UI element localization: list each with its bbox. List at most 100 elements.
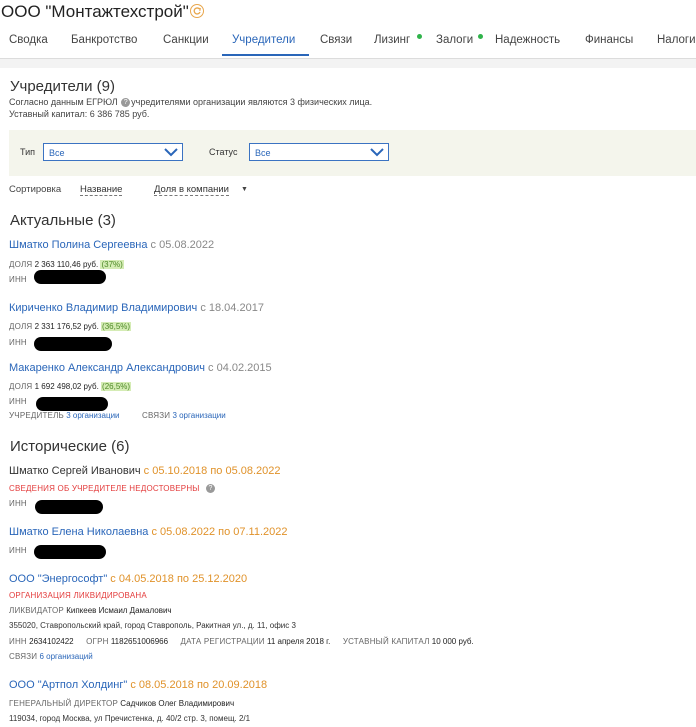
links-row: СВЯЗИ 6 организаций: [9, 652, 93, 661]
founder-since: с 04.02.2015: [208, 362, 272, 374]
tab-reliability[interactable]: Надежность: [495, 34, 560, 46]
founder-since: с 18.04.2017: [200, 302, 264, 314]
tab-leasing[interactable]: Лизинг: [374, 34, 410, 46]
share-value: 2 331 176,52 руб.: [34, 322, 99, 331]
founder-of-link[interactable]: 3 организации: [66, 411, 119, 420]
tab-bankruptcy[interactable]: Банкротство: [71, 34, 137, 46]
sort-by-share[interactable]: Доля в компании: [154, 184, 229, 196]
founder-period: с 05.08.2022 по 07.11.2022: [151, 526, 288, 538]
redaction-mark: [35, 500, 103, 514]
alert-text: СВЕДЕНИЯ ОБ УЧРЕДИТЕЛЕ НЕДОСТОВЕРНЫ: [9, 484, 200, 493]
refresh-icon[interactable]: [190, 4, 204, 18]
status-filter-label: Статус: [209, 147, 238, 157]
type-select-value: Все: [49, 148, 65, 158]
share-row: ДОЛЯ 2 363 110,46 руб. (37%): [9, 260, 124, 269]
share-value: 1 692 498,02 руб.: [34, 382, 99, 391]
reg-date-label: ДАТА РЕГИСТРАЦИИ: [180, 637, 265, 646]
info-icon[interactable]: ?: [121, 98, 131, 108]
capital-value: 10 000 руб.: [431, 637, 474, 646]
founder-since: с 05.08.2022: [150, 239, 215, 251]
founder-link[interactable]: Кириченко Владимир Владимирович: [9, 302, 197, 314]
sort-by-name[interactable]: Название: [80, 184, 123, 196]
founder-links-row: УЧРЕДИТЕЛЬ 3 организации СВЯЗИ 3 организ…: [9, 411, 226, 420]
links-link[interactable]: 3 организации: [172, 411, 225, 420]
active-tab-indicator: [222, 54, 309, 56]
share-percent: (36,5%): [101, 322, 132, 331]
ogrn-label: ОГРН: [86, 637, 109, 646]
founder-link[interactable]: Шматко Елена Николаевна: [9, 526, 148, 538]
role-label: ГЕНЕРАЛЬНЫЙ ДИРЕКТОР: [9, 699, 119, 708]
requisites-row: ИНН 2634102422 ОГРН 1182651006966 ДАТА Р…: [9, 637, 474, 646]
address: 119034, город Москва, ул Пречистенка, д.…: [9, 714, 251, 723]
links-link[interactable]: 6 организаций: [39, 652, 92, 661]
founder-name-text: Шматко Сергей Иванович: [9, 465, 141, 477]
leasing-dot-icon: [417, 34, 422, 39]
founder-link[interactable]: Макаренко Александр Александрович: [9, 362, 205, 374]
info-icon[interactable]: ?: [206, 484, 216, 494]
share-label: ДОЛЯ: [9, 382, 33, 391]
founder-link[interactable]: ООО "Энергософт": [9, 573, 107, 585]
inn-row: ИНН: [9, 546, 27, 555]
egrul-note-end: учредителями организации являются 3 физи…: [131, 97, 373, 107]
inn-label: ИНН: [9, 338, 27, 347]
chevron-down-icon: [163, 146, 179, 160]
links-label: СВЯЗИ: [141, 411, 171, 420]
tab-sanctions[interactable]: Санкции: [163, 34, 209, 46]
inn-value: 2634102422: [29, 637, 74, 646]
tab-taxes[interactable]: Налоги: [657, 34, 696, 46]
role-value: Кипкеев Исмаил Дамалович: [66, 606, 172, 615]
founder-period: с 05.10.2018 по 05.08.2022: [143, 465, 281, 477]
role-label: ЛИКВИДАТОР: [9, 606, 64, 615]
unreliable-alert: СВЕДЕНИЯ ОБ УЧРЕДИТЕЛЕ НЕДОСТОВЕРНЫ ?: [9, 484, 216, 494]
sort-caret-icon[interactable]: ▼: [241, 186, 248, 193]
egrul-note-start: Согласно данным ЕГРЮЛ: [9, 97, 118, 107]
status-select[interactable]: Все: [249, 143, 389, 161]
inn-row: ИНН: [9, 275, 27, 284]
tab-pledges[interactable]: Залоги: [436, 34, 473, 46]
capital-label: УСТАВНЫЙ КАПИТАЛ: [342, 637, 430, 646]
share-label: ДОЛЯ: [9, 260, 33, 269]
redaction-mark: [34, 337, 112, 351]
inn-label: ИНН: [9, 637, 27, 646]
founder-period: с 08.05.2018 по 20.09.2018: [130, 679, 268, 691]
pledges-dot-icon: [478, 34, 483, 39]
inn-label: ИНН: [9, 499, 27, 508]
founder-name: Шматко Елена Николаевна с 05.08.2022 по …: [9, 526, 288, 538]
page-header: ООО "Монтажтехстрой" Сводка Банкротство …: [0, 0, 696, 59]
tab-founders[interactable]: Учредители: [232, 34, 295, 46]
director-row: ГЕНЕРАЛЬНЫЙ ДИРЕКТОР Садчиков Олег Влади…: [9, 699, 234, 708]
tab-finance[interactable]: Финансы: [585, 34, 633, 46]
historical-title: Исторические (6): [10, 438, 130, 455]
inn-row: ИНН: [9, 499, 27, 508]
founder-name: Макаренко Александр Александрович с 04.0…: [9, 362, 272, 374]
founders-title: Учредители (9): [10, 78, 116, 95]
sort-label: Сортировка: [9, 184, 62, 195]
founder-period: с 04.05.2018 по 25.12.2020: [110, 573, 248, 585]
links-label: СВЯЗИ: [9, 652, 38, 661]
company-title: ООО "Монтажтехстрой": [1, 2, 189, 21]
type-select[interactable]: Все: [43, 143, 183, 161]
redaction-mark: [36, 397, 108, 411]
inn-row: ИНН: [9, 338, 27, 347]
founder-name: ООО "Артпол Холдинг" с 08.05.2018 по 20.…: [9, 679, 267, 691]
founder-name: Кириченко Владимир Владимирович с 18.04.…: [9, 302, 264, 314]
charter-capital: Уставный капитал: 6 386 785 руб.: [9, 109, 150, 119]
founder-name: Шматко Сергей Иванович с 05.10.2018 по 0…: [9, 465, 281, 477]
founder-link[interactable]: ООО "Артпол Холдинг": [9, 679, 127, 691]
redaction-mark: [34, 270, 106, 284]
reg-date-value: 11 апреля 2018 г.: [266, 637, 331, 646]
tab-summary[interactable]: Сводка: [9, 34, 48, 46]
filter-bar: Тип Все Статус Все: [9, 130, 696, 176]
tab-links[interactable]: Связи: [320, 34, 352, 46]
founder-name: Шматко Полина Сергеевна с 05.08.2022: [9, 239, 214, 251]
inn-label: ИНН: [9, 275, 27, 284]
founder-name: ООО "Энергософт" с 04.05.2018 по 25.12.2…: [9, 573, 247, 585]
share-value: 2 363 110,46 руб.: [34, 260, 99, 269]
founder-link[interactable]: Шматко Полина Сергеевна: [9, 239, 147, 251]
chevron-down-icon: [369, 146, 385, 160]
liquidator-row: ЛИКВИДАТОР Кипкеев Исмаил Дамалович: [9, 606, 172, 615]
status-select-value: Все: [255, 148, 271, 158]
role-value: Садчиков Олег Владимирович: [120, 699, 235, 708]
share-row: ДОЛЯ 2 331 176,52 руб. (36,5%): [9, 322, 132, 331]
type-filter-label: Тип: [20, 147, 36, 157]
